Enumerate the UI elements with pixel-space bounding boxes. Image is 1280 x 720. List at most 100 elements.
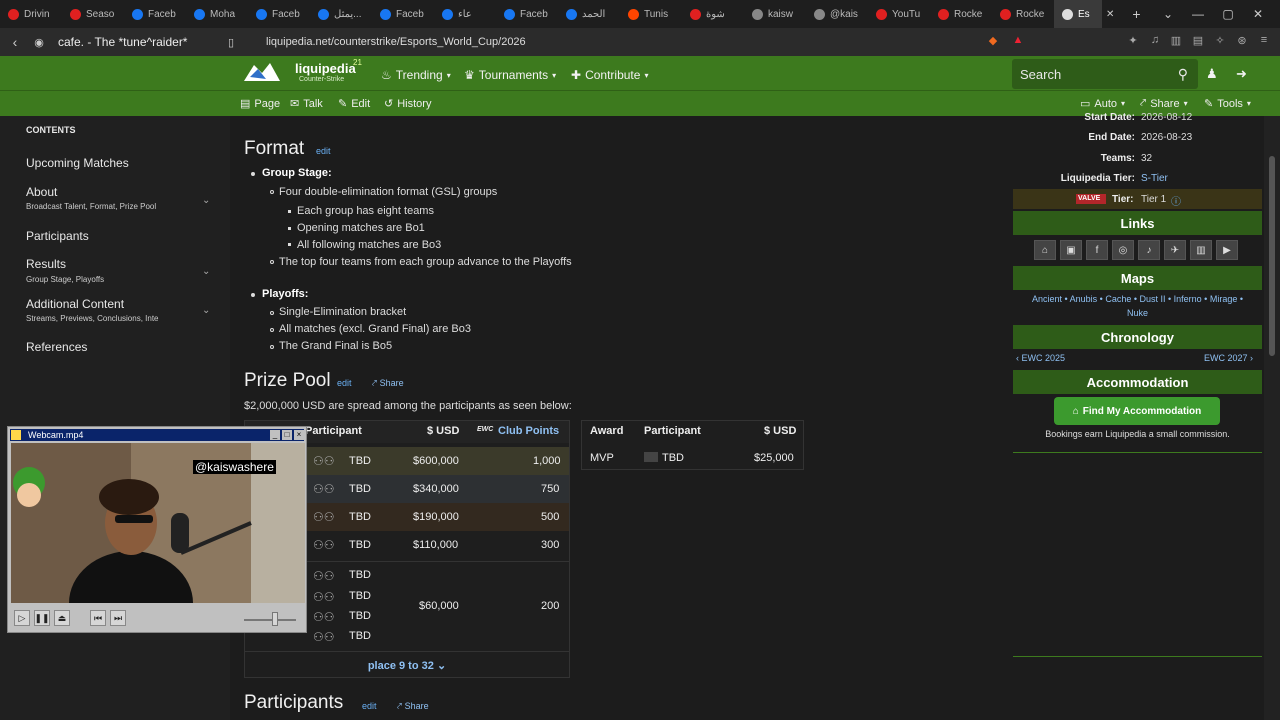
volume-slider-thumb[interactable]	[272, 612, 278, 626]
minimize-icon[interactable]: —	[1183, 0, 1213, 28]
youtube-icon[interactable]: ▶	[1216, 240, 1238, 260]
sidebar-icon[interactable]: ▥	[1168, 34, 1184, 50]
liquipedia-logo-icon[interactable]	[240, 59, 284, 87]
browser-tab[interactable]: Moha	[186, 0, 248, 28]
team-name[interactable]: TBD	[349, 590, 371, 602]
browser-tab-active[interactable]: Es	[1054, 0, 1102, 28]
team-name[interactable]: TBD	[349, 610, 371, 622]
browser-tab[interactable]: Faceb	[248, 0, 310, 28]
browser-tab[interactable]: kaisw	[744, 0, 806, 28]
tier-link[interactable]: S-Tier	[1141, 173, 1168, 184]
instagram-icon[interactable]: ◎	[1112, 240, 1134, 260]
maps-list[interactable]: Nuke	[1013, 308, 1262, 318]
award-participant[interactable]: TBD	[662, 452, 684, 464]
back-icon[interactable]: ‹	[6, 34, 24, 50]
twitch-icon[interactable]: ▥	[1190, 240, 1212, 260]
liquipedia-icon[interactable]: ▣	[1060, 240, 1082, 260]
browser-tab[interactable]: يمثل...	[310, 0, 372, 28]
bookmark-icon[interactable]: ▯	[222, 36, 240, 49]
close-tab-icon[interactable]: ✕	[1106, 9, 1114, 20]
col-club-points[interactable]: Club Points	[498, 425, 559, 437]
nav-contribute[interactable]: ✚ Contribute ▾	[571, 68, 648, 82]
browser-tab[interactable]: Seaso	[62, 0, 124, 28]
team-name[interactable]: TBD	[349, 630, 371, 642]
maps-list[interactable]: Ancient • Anubis • Cache • Dust II • Inf…	[1013, 294, 1262, 304]
tiktok-icon[interactable]: ♪	[1138, 240, 1160, 260]
toc-references[interactable]: References	[26, 340, 87, 354]
chevron-down-icon[interactable]: ⌄	[202, 195, 210, 206]
browser-tab[interactable]: Rocke	[992, 0, 1054, 28]
participants-share-link[interactable]: ⤤ Share	[397, 701, 429, 712]
browser-tab[interactable]: شوة	[682, 0, 744, 28]
info-icon[interactable]: ⓘ	[1171, 193, 1181, 208]
browser-tab[interactable]: Drivin	[0, 0, 62, 28]
toc-participants[interactable]: Participants	[26, 229, 89, 243]
music-icon[interactable]: ♫	[1147, 34, 1163, 50]
browser-tab[interactable]: Faceb	[124, 0, 186, 28]
team-name[interactable]: TBD	[349, 539, 371, 551]
next-icon[interactable]: ⏭	[110, 610, 126, 626]
brave-shield-icon[interactable]: ◆	[985, 34, 1001, 50]
site-brand[interactable]: liquipedia Counter-Strike 21	[295, 58, 362, 83]
nav-trending[interactable]: ♨ Trending ▾	[381, 68, 451, 82]
home-icon[interactable]: ⌂	[1034, 240, 1056, 260]
toc-results[interactable]: Results	[26, 257, 66, 271]
browser-tab[interactable]: Faceb	[372, 0, 434, 28]
url-field[interactable]: liquipedia.net/counterstrike/Esports_Wor…	[266, 36, 526, 48]
prev-link[interactable]: ‹ EWC 2025	[1016, 353, 1065, 363]
browser-tab[interactable]: YouTu	[868, 0, 930, 28]
new-tab-icon[interactable]: +	[1132, 6, 1140, 22]
previous-icon[interactable]: ⏮	[90, 610, 106, 626]
pause-icon[interactable]: ❚❚	[34, 610, 50, 626]
media-icon[interactable]: ◉	[30, 36, 48, 49]
browser-tab[interactable]: عاء	[434, 0, 496, 28]
play-icon[interactable]: ▷	[14, 610, 30, 626]
volume-slider[interactable]	[244, 619, 296, 621]
account-icon[interactable]: ♟	[1206, 66, 1218, 82]
browser-tab[interactable]: الحمد	[558, 0, 620, 28]
participants-edit-link[interactable]: edit	[362, 701, 377, 711]
rewards-icon[interactable]: ▲	[1010, 34, 1026, 50]
wallet-icon[interactable]: ▤	[1190, 34, 1206, 50]
format-edit-link[interactable]: edit	[316, 146, 331, 156]
vpn-icon[interactable]: ⊛	[1234, 34, 1250, 50]
browser-tab[interactable]: @kais	[806, 0, 868, 28]
browser-tab[interactable]: Faceb	[496, 0, 558, 28]
facebook-icon[interactable]: f	[1086, 240, 1108, 260]
team-name[interactable]: TBD	[349, 455, 371, 467]
tab-page[interactable]: ▤ Page	[240, 97, 280, 111]
toc-upcoming-matches[interactable]: Upcoming Matches	[26, 156, 129, 170]
prize-share-link[interactable]: ⤤ Share	[372, 378, 404, 389]
chevron-down-icon[interactable]: ⌄	[202, 266, 210, 277]
chevron-down-icon[interactable]: ⌄	[202, 305, 210, 316]
close-window-icon[interactable]: ✕	[1243, 0, 1273, 28]
browser-tab[interactable]: Rocke	[930, 0, 992, 28]
browser-tab[interactable]: Tunis	[620, 0, 682, 28]
scrollbar[interactable]	[1264, 116, 1280, 720]
minimize-icon[interactable]: _	[270, 430, 280, 440]
menu-icon[interactable]: ≡	[1256, 34, 1272, 50]
maximize-icon[interactable]: ▢	[1213, 0, 1243, 28]
extensions-icon[interactable]: ✦	[1125, 34, 1141, 50]
team-name[interactable]: TBD	[349, 483, 371, 495]
team-name[interactable]: TBD	[349, 511, 371, 523]
prize-edit-link[interactable]: edit	[337, 378, 352, 388]
close-icon[interactable]: ×	[294, 430, 304, 440]
maximize-icon[interactable]: □	[282, 430, 292, 440]
nav-tournaments[interactable]: ♛ Tournaments ▾	[464, 68, 556, 82]
show-more-button[interactable]: place 9 to 32 ⌄	[245, 651, 569, 677]
login-icon[interactable]: ➜	[1236, 66, 1247, 82]
toc-additional-content[interactable]: Additional Content	[26, 297, 124, 311]
tools-menu[interactable]: ✎ Tools ▾	[1204, 97, 1251, 111]
tab-edit[interactable]: ✎ Edit	[338, 97, 370, 111]
toc-about[interactable]: About	[26, 185, 57, 199]
tab-history[interactable]: ↺ History	[384, 97, 431, 111]
next-link[interactable]: EWC 2027 ›	[1204, 353, 1253, 363]
tab-talk[interactable]: ✉ Talk	[290, 97, 323, 111]
theme-auto[interactable]: ▭ Auto ▾	[1080, 97, 1125, 111]
team-name[interactable]: TBD	[349, 569, 371, 581]
scrollbar-thumb[interactable]	[1269, 156, 1275, 356]
find-accommodation-button[interactable]: ⌂ Find My Accommodation	[1054, 397, 1220, 425]
share-menu[interactable]: ⤤ Share ▾	[1140, 97, 1188, 110]
search-input[interactable]: Search ⚲	[1012, 59, 1198, 89]
